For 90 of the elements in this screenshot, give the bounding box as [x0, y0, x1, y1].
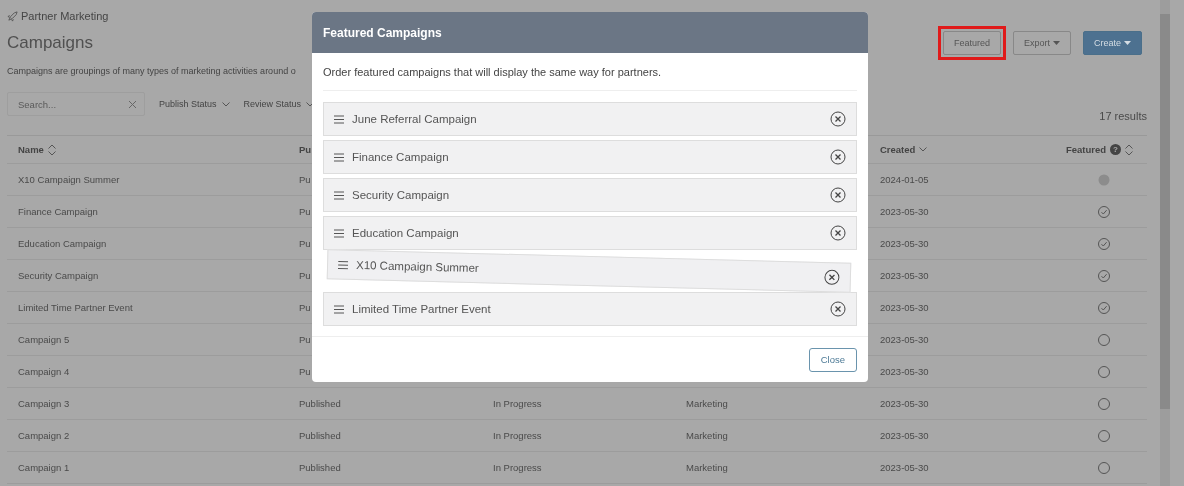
table-cell: 2023-05-30 [880, 206, 929, 217]
export-button[interactable]: Export [1012, 31, 1071, 55]
table-cell: Pu [299, 366, 311, 377]
column-header[interactable]: Name [18, 144, 44, 155]
table-cell: In Progress [493, 430, 542, 441]
column-header[interactable]: Featured [1065, 144, 1106, 155]
modal-text: Order featured campaigns that will display the same way for partners. [323, 66, 857, 91]
sortable-item[interactable]: Finance Campaign [323, 140, 857, 174]
column-header[interactable]: Pu [299, 144, 312, 155]
empty-circle-icon[interactable] [1097, 428, 1111, 443]
drag-handle-icon[interactable] [334, 304, 344, 314]
drag-handle-icon[interactable] [334, 114, 344, 124]
table-cell: Published [299, 430, 341, 441]
column-header[interactable]: Created [880, 144, 916, 155]
table-cell: 2023-05-30 [880, 302, 929, 313]
modal-title: Featured Campaigns [312, 12, 868, 53]
scrollbar[interactable] [1160, 0, 1170, 486]
create-button[interactable]: Create [1083, 31, 1142, 55]
table-cell: Pu [299, 238, 311, 249]
table-cell: 2023-05-30 [880, 366, 929, 377]
check-circle-icon[interactable] [1097, 300, 1111, 315]
table-cell: Pu [299, 302, 311, 313]
caret-icon [1053, 41, 1060, 45]
table-cell: 2023-05-30 [880, 238, 929, 249]
remove-button[interactable] [823, 269, 841, 286]
rocket-icon [7, 10, 18, 22]
table-cell: Marketing [686, 398, 728, 409]
table-cell: In Progress [493, 462, 542, 473]
table-cell: Campaign 5 [18, 334, 70, 345]
sort-icon[interactable] [1125, 143, 1133, 156]
close-button[interactable]: Close [808, 347, 857, 372]
empty-circle-icon[interactable] [1097, 396, 1111, 411]
table-cell: Published [299, 462, 341, 473]
sortable-item[interactable]: Security Campaign [323, 178, 857, 212]
table-cell: Limited Time Partner Event [18, 302, 133, 313]
search-input[interactable]: Search... [16, 97, 129, 111]
results-count: 17 results [1099, 110, 1147, 122]
sort-icon[interactable] [47, 143, 56, 156]
table-cell: Marketing [686, 430, 728, 441]
drag-handle-icon[interactable] [334, 190, 344, 200]
check-circle-icon[interactable] [1097, 236, 1111, 251]
sortable-item[interactable]: Education Campaign [323, 216, 857, 250]
table-cell: 2023-05-30 [880, 398, 929, 409]
remove-button[interactable] [830, 111, 846, 127]
drag-handle-icon[interactable] [334, 152, 344, 162]
page-title: Campaigns [7, 33, 93, 53]
check-circle-icon[interactable] [1097, 204, 1111, 219]
sortable-item[interactable]: June Referral Campaign [323, 102, 857, 136]
table-cell: Security Campaign [18, 270, 99, 281]
table-cell: Finance Campaign [18, 206, 98, 217]
table-cell: 2023-05-30 [880, 334, 929, 345]
table-cell: Campaign 4 [18, 366, 70, 377]
table-cell: 2023-05-30 [880, 462, 929, 473]
table-cell: In Progress [493, 398, 542, 409]
empty-circle-icon[interactable] [1097, 460, 1111, 475]
dot-icon[interactable] [1097, 172, 1111, 187]
table-cell: Education Campaign [18, 238, 107, 249]
table-cell: Campaign 1 [18, 462, 70, 473]
empty-circle-icon[interactable] [1097, 332, 1111, 347]
table-cell: Pu [299, 270, 311, 281]
empty-circle-icon[interactable] [1097, 364, 1111, 379]
dragged-item[interactable]: X10 Campaign Summer [326, 249, 852, 293]
remove-button[interactable] [830, 149, 846, 165]
caret-icon [1124, 41, 1131, 45]
drag-handle-icon[interactable] [337, 259, 349, 270]
sortable-item[interactable]: Limited Time Partner Event [323, 292, 857, 326]
table-cell: 2023-05-30 [880, 430, 929, 441]
filter-dropdown[interactable]: Publish Status [159, 99, 230, 109]
featured-button[interactable]: Featured [942, 31, 1001, 55]
chevron-down-icon [221, 101, 230, 107]
remove-button[interactable] [830, 225, 846, 241]
clear-icon[interactable] [129, 100, 136, 108]
table-cell: Published [299, 398, 341, 409]
table-cell: Marketing [686, 462, 728, 473]
table-cell: X10 Campaign Summer [18, 174, 120, 185]
remove-button[interactable] [830, 187, 846, 203]
table-cell: Pu [299, 174, 311, 185]
search-field[interactable]: Search... [7, 92, 145, 116]
table-cell: Campaign 2 [18, 430, 70, 441]
breadcrumb[interactable]: Partner Marketing [21, 10, 109, 22]
table-cell: Pu [299, 334, 311, 345]
check-circle-icon[interactable] [1097, 268, 1111, 283]
remove-button[interactable] [830, 301, 846, 317]
page-description: Campaigns are groupings of many types of marketing activities around o [7, 66, 296, 76]
table-cell: 2024-01-05 [880, 174, 929, 185]
drag-handle-icon[interactable] [334, 228, 344, 238]
help-icon: ? [1110, 144, 1121, 155]
table-cell: 2023-05-30 [880, 270, 929, 281]
table-cell: Campaign 3 [18, 398, 70, 409]
table-cell: Pu [299, 206, 311, 217]
